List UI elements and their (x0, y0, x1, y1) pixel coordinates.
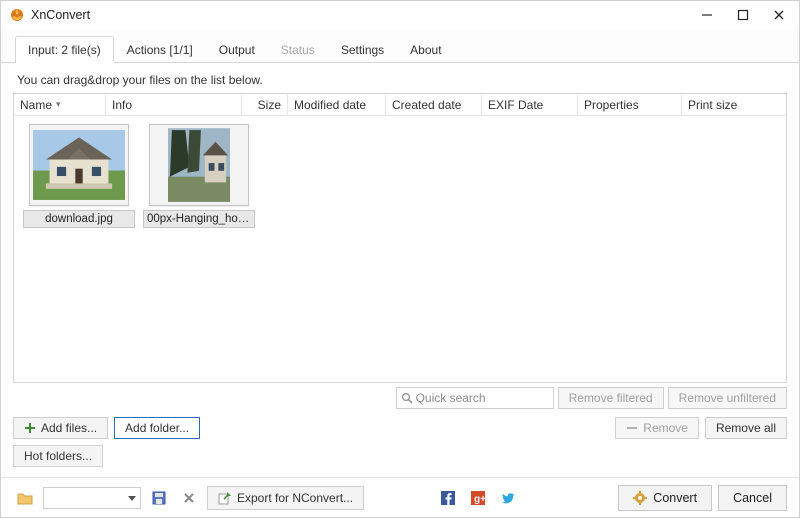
sort-indicator-icon: ▾ (56, 99, 61, 110)
add-files-button[interactable]: Add files... (13, 417, 108, 439)
file-caption: download.jpg (23, 210, 135, 228)
chevron-down-icon (128, 494, 136, 502)
window-title: XnConvert (31, 8, 90, 22)
export-nconvert-button[interactable]: Export for NConvert... (207, 486, 364, 510)
remove-all-button[interactable]: Remove all (705, 417, 787, 439)
filter-row: Quick search Remove filtered Remove unfi… (13, 387, 787, 409)
tab-settings[interactable]: Settings (328, 36, 397, 63)
minus-icon (626, 422, 638, 434)
remove-button[interactable]: Remove (615, 417, 699, 439)
convert-button[interactable]: Convert (618, 485, 712, 511)
column-properties[interactable]: Properties (578, 94, 682, 115)
tab-input[interactable]: Input: 2 file(s) (15, 36, 114, 63)
column-created-date[interactable]: Created date (386, 94, 482, 115)
drag-drop-hint: You can drag&drop your files on the list… (17, 73, 787, 87)
google-plus-icon[interactable]: g+ (466, 487, 490, 509)
search-icon (401, 392, 413, 404)
footer-bar: Export for NConvert... g+ Convert Cancel (1, 478, 799, 517)
add-folder-button[interactable]: Add folder... (114, 417, 200, 439)
twitter-icon[interactable] (496, 487, 520, 509)
cancel-button[interactable]: Cancel (718, 485, 787, 511)
thumbnail-area[interactable]: download.jpg (14, 116, 786, 382)
close-button[interactable] (761, 1, 797, 29)
open-folder-button[interactable] (13, 487, 37, 509)
facebook-icon[interactable] (436, 487, 460, 509)
quick-search-input[interactable]: Quick search (396, 387, 554, 409)
plus-icon (24, 422, 36, 434)
remove-filtered-button[interactable]: Remove filtered (558, 387, 664, 409)
tab-strip: Input: 2 file(s) Actions [1/1] Output St… (1, 29, 799, 63)
file-list-panel: Name ▾ Info Size Modified date Created d… (13, 93, 787, 383)
save-preset-button[interactable] (147, 487, 171, 509)
column-exif-date[interactable]: EXIF Date (482, 94, 578, 115)
gear-icon (633, 491, 647, 505)
thumbnail (29, 124, 129, 206)
delete-preset-button[interactable] (177, 487, 201, 509)
remove-unfiltered-button[interactable]: Remove unfiltered (668, 387, 787, 409)
file-tile[interactable]: download.jpg (22, 124, 136, 236)
column-headers: Name ▾ Info Size Modified date Created d… (14, 94, 786, 116)
app-window: XnConvert Input: 2 file(s) Actions [1/1]… (0, 0, 800, 518)
column-info[interactable]: Info (106, 94, 242, 115)
svg-text:g+: g+ (474, 494, 485, 505)
input-panel: You can drag&drop your files on the list… (1, 63, 799, 478)
file-caption: 00px-Hanging_house.. (143, 210, 255, 228)
column-name[interactable]: Name ▾ (14, 94, 106, 115)
add-remove-row: Add files... Add folder... Remove Remove… (13, 417, 787, 439)
search-placeholder: Quick search (416, 391, 486, 405)
thumbnail (149, 124, 249, 206)
tab-actions[interactable]: Actions [1/1] (114, 36, 206, 63)
file-tile[interactable]: 00px-Hanging_house.. (142, 124, 256, 236)
hot-folders-row: Hot folders... (13, 445, 787, 467)
app-icon (9, 7, 25, 23)
tab-status[interactable]: Status (268, 36, 328, 63)
minimize-button[interactable] (689, 1, 725, 29)
title-bar: XnConvert (1, 1, 799, 29)
column-modified-date[interactable]: Modified date (288, 94, 386, 115)
column-size[interactable]: Size (242, 94, 288, 115)
column-print-size[interactable]: Print size (682, 94, 786, 115)
preset-combo[interactable] (43, 487, 141, 509)
export-icon (218, 491, 232, 505)
tab-output[interactable]: Output (206, 36, 268, 63)
maximize-button[interactable] (725, 1, 761, 29)
tab-about[interactable]: About (397, 36, 454, 63)
hot-folders-button[interactable]: Hot folders... (13, 445, 103, 467)
